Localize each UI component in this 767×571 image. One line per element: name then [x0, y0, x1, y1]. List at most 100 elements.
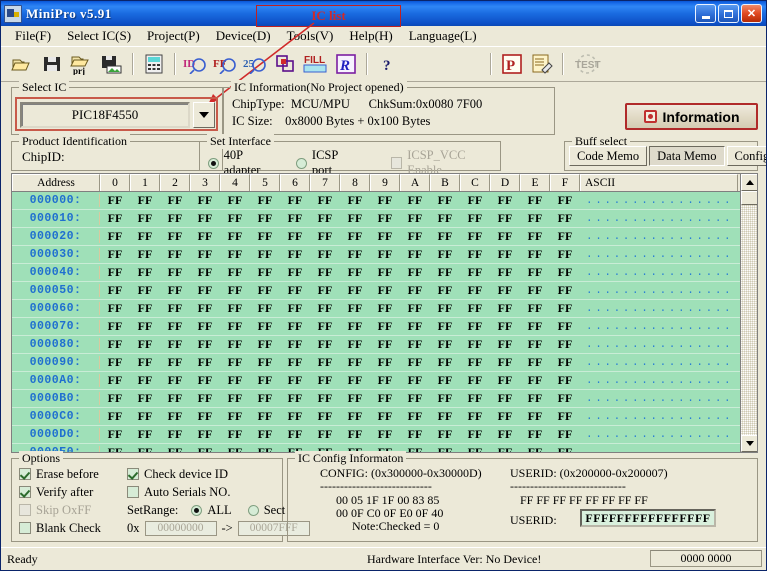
hex-byte-cell[interactable]: FF — [430, 229, 460, 244]
hex-byte-cell[interactable]: FF — [190, 301, 220, 316]
hex-byte-cell[interactable]: FF — [550, 409, 580, 424]
hex-byte-cell[interactable]: FF — [340, 337, 370, 352]
hex-byte-cell[interactable]: FF — [460, 409, 490, 424]
hex-row[interactable]: 0000B0: FF FF FF FF FF FF FF FF FF FF FF FF FF FF FF FF.… — [12, 390, 757, 408]
hex-byte-cell[interactable]: FF — [310, 373, 340, 388]
hex-byte-cell[interactable]: FF — [100, 445, 130, 452]
hex-byte-cell[interactable]: FF — [160, 229, 190, 244]
option-verify-after[interactable]: Verify after — [19, 485, 127, 500]
save-project-icon[interactable] — [98, 50, 126, 78]
hex-byte-cell[interactable]: FF — [400, 427, 430, 442]
hex-byte-cell[interactable]: FF — [160, 193, 190, 208]
hex-byte-cell[interactable]: FF — [160, 211, 190, 226]
hex-byte-cell[interactable]: FF — [310, 409, 340, 424]
hex-byte-cell[interactable]: FF — [340, 427, 370, 442]
hex-byte-cell[interactable]: FF — [100, 427, 130, 442]
hex-byte-cell[interactable]: FF — [160, 355, 190, 370]
hex-byte-cell[interactable]: FF — [190, 373, 220, 388]
close-button[interactable]: ✕ — [741, 4, 762, 23]
hex-byte-cell[interactable]: FF — [340, 229, 370, 244]
hex-byte-cell[interactable]: FF — [100, 283, 130, 298]
hex-byte-cell[interactable]: FF — [340, 247, 370, 262]
hex-byte-cell[interactable]: FF — [460, 391, 490, 406]
hex-byte-cell[interactable]: FF — [220, 445, 250, 452]
hex-byte-cell[interactable]: FF — [490, 409, 520, 424]
hex-byte-cell[interactable]: FF — [430, 211, 460, 226]
test-icon[interactable]: TEST — [570, 50, 604, 78]
hex-row[interactable]: 0000D0: FF FF FF FF FF FF FF FF FF FF FF FF FF FF FF FF.… — [12, 426, 757, 444]
hex-byte-cell[interactable]: FF — [430, 319, 460, 334]
hex-byte-cell[interactable]: FF — [310, 391, 340, 406]
select-ic-value[interactable]: PIC18F4550 — [20, 102, 190, 128]
hex-byte-cell[interactable]: FF — [130, 355, 160, 370]
hex-byte-cell[interactable]: FF — [130, 283, 160, 298]
hex-byte-cell[interactable]: FF — [550, 283, 580, 298]
hex-byte-cell[interactable]: FF — [310, 337, 340, 352]
hex-row[interactable]: 000010: FF FF FF FF FF FF FF FF FF FF FF FF FF FF FF FF.… — [12, 210, 757, 228]
hex-byte-cell[interactable]: FF — [430, 373, 460, 388]
hex-byte-cell[interactable]: FF — [370, 193, 400, 208]
hex-byte-cell[interactable]: FF — [310, 301, 340, 316]
hex-byte-cell[interactable]: FF — [400, 373, 430, 388]
radio-40p-adapter[interactable] — [208, 157, 219, 169]
hex-byte-cell[interactable]: FF — [190, 409, 220, 424]
hex-byte-cell[interactable]: FF — [550, 193, 580, 208]
hex-byte-cell[interactable]: FF — [520, 337, 550, 352]
hex-byte-cell[interactable]: FF — [220, 409, 250, 424]
hex-byte-cell[interactable]: FF — [520, 211, 550, 226]
hex-byte-cell[interactable]: FF — [340, 265, 370, 280]
hex-byte-cell[interactable]: FF — [400, 409, 430, 424]
hex-byte-cell[interactable]: FF — [490, 427, 520, 442]
hex-byte-cell[interactable]: FF — [250, 427, 280, 442]
hex-byte-cell[interactable]: FF — [340, 319, 370, 334]
hex-byte-cell[interactable]: FF — [490, 445, 520, 452]
hex-row[interactable]: 000030: FF FF FF FF FF FF FF FF FF FF FF FF FF FF FF FF.… — [12, 246, 757, 264]
hex-byte-cell[interactable]: FF — [490, 265, 520, 280]
maximize-button[interactable] — [718, 4, 739, 23]
hex-byte-cell[interactable]: FF — [520, 283, 550, 298]
hex-byte-cell[interactable]: FF — [400, 193, 430, 208]
hex-byte-cell[interactable]: FF — [550, 427, 580, 442]
hex-byte-cell[interactable]: FF — [340, 211, 370, 226]
hex-byte-cell[interactable]: FF — [550, 211, 580, 226]
scrollbar-thumb[interactable] — [741, 191, 757, 205]
hex-byte-cell[interactable]: FF — [190, 193, 220, 208]
hex-byte-cell[interactable]: FF — [130, 427, 160, 442]
hex-byte-cell[interactable]: FF — [100, 193, 130, 208]
hex-byte-cell[interactable]: FF — [340, 283, 370, 298]
hex-byte-cell[interactable]: FF — [220, 355, 250, 370]
hex-byte-cell[interactable]: FF — [370, 319, 400, 334]
menu-project[interactable]: Project(P) — [139, 26, 208, 46]
hex-byte-cell[interactable]: FF — [280, 337, 310, 352]
hex-row[interactable]: 0000A0: FF FF FF FF FF FF FF FF FF FF FF FF FF FF FF FF.… — [12, 372, 757, 390]
hex-byte-cell[interactable]: FF — [100, 337, 130, 352]
hex-byte-cell[interactable]: FF — [280, 211, 310, 226]
hex-byte-cell[interactable]: FF — [490, 247, 520, 262]
hex-byte-cell[interactable]: FF — [310, 283, 340, 298]
hex-body[interactable]: 000000: FF FF FF FF FF FF FF FF FF FF FF FF FF FF FF FF.… — [12, 192, 757, 452]
hex-byte-cell[interactable]: FF — [130, 319, 160, 334]
hex-byte-cell[interactable]: FF — [460, 337, 490, 352]
hex-byte-cell[interactable]: FF — [190, 427, 220, 442]
hex-row[interactable]: 000090: FF FF FF FF FF FF FF FF FF FF FF FF FF FF FF FF.… — [12, 354, 757, 372]
hex-byte-cell[interactable]: FF — [550, 229, 580, 244]
hex-byte-cell[interactable]: FF — [160, 391, 190, 406]
select-ic-dropdown-button[interactable] — [193, 102, 215, 128]
open-project-icon[interactable]: prj — [68, 50, 96, 78]
hex-byte-cell[interactable]: FF — [550, 265, 580, 280]
hex-byte-cell[interactable]: FF — [250, 319, 280, 334]
range-from-input[interactable]: 00000000 — [144, 520, 217, 536]
buff-button-code-memo[interactable]: Code Memo — [569, 146, 648, 166]
hex-byte-cell[interactable]: FF — [520, 409, 550, 424]
hex-byte-cell[interactable]: FF — [310, 211, 340, 226]
radio-range-sect[interactable] — [247, 504, 259, 516]
hex-byte-cell[interactable]: FF — [310, 193, 340, 208]
hex-byte-cell[interactable]: FF — [370, 283, 400, 298]
hex-byte-cell[interactable]: FF — [370, 229, 400, 244]
hex-byte-cell[interactable]: FF — [490, 301, 520, 316]
hex-byte-cell[interactable]: FF — [220, 427, 250, 442]
fill-buffer-icon[interactable]: FILL — [302, 50, 330, 78]
hex-byte-cell[interactable]: FF — [400, 283, 430, 298]
hex-byte-cell[interactable]: FF — [490, 355, 520, 370]
hex-byte-cell[interactable]: FF — [190, 283, 220, 298]
